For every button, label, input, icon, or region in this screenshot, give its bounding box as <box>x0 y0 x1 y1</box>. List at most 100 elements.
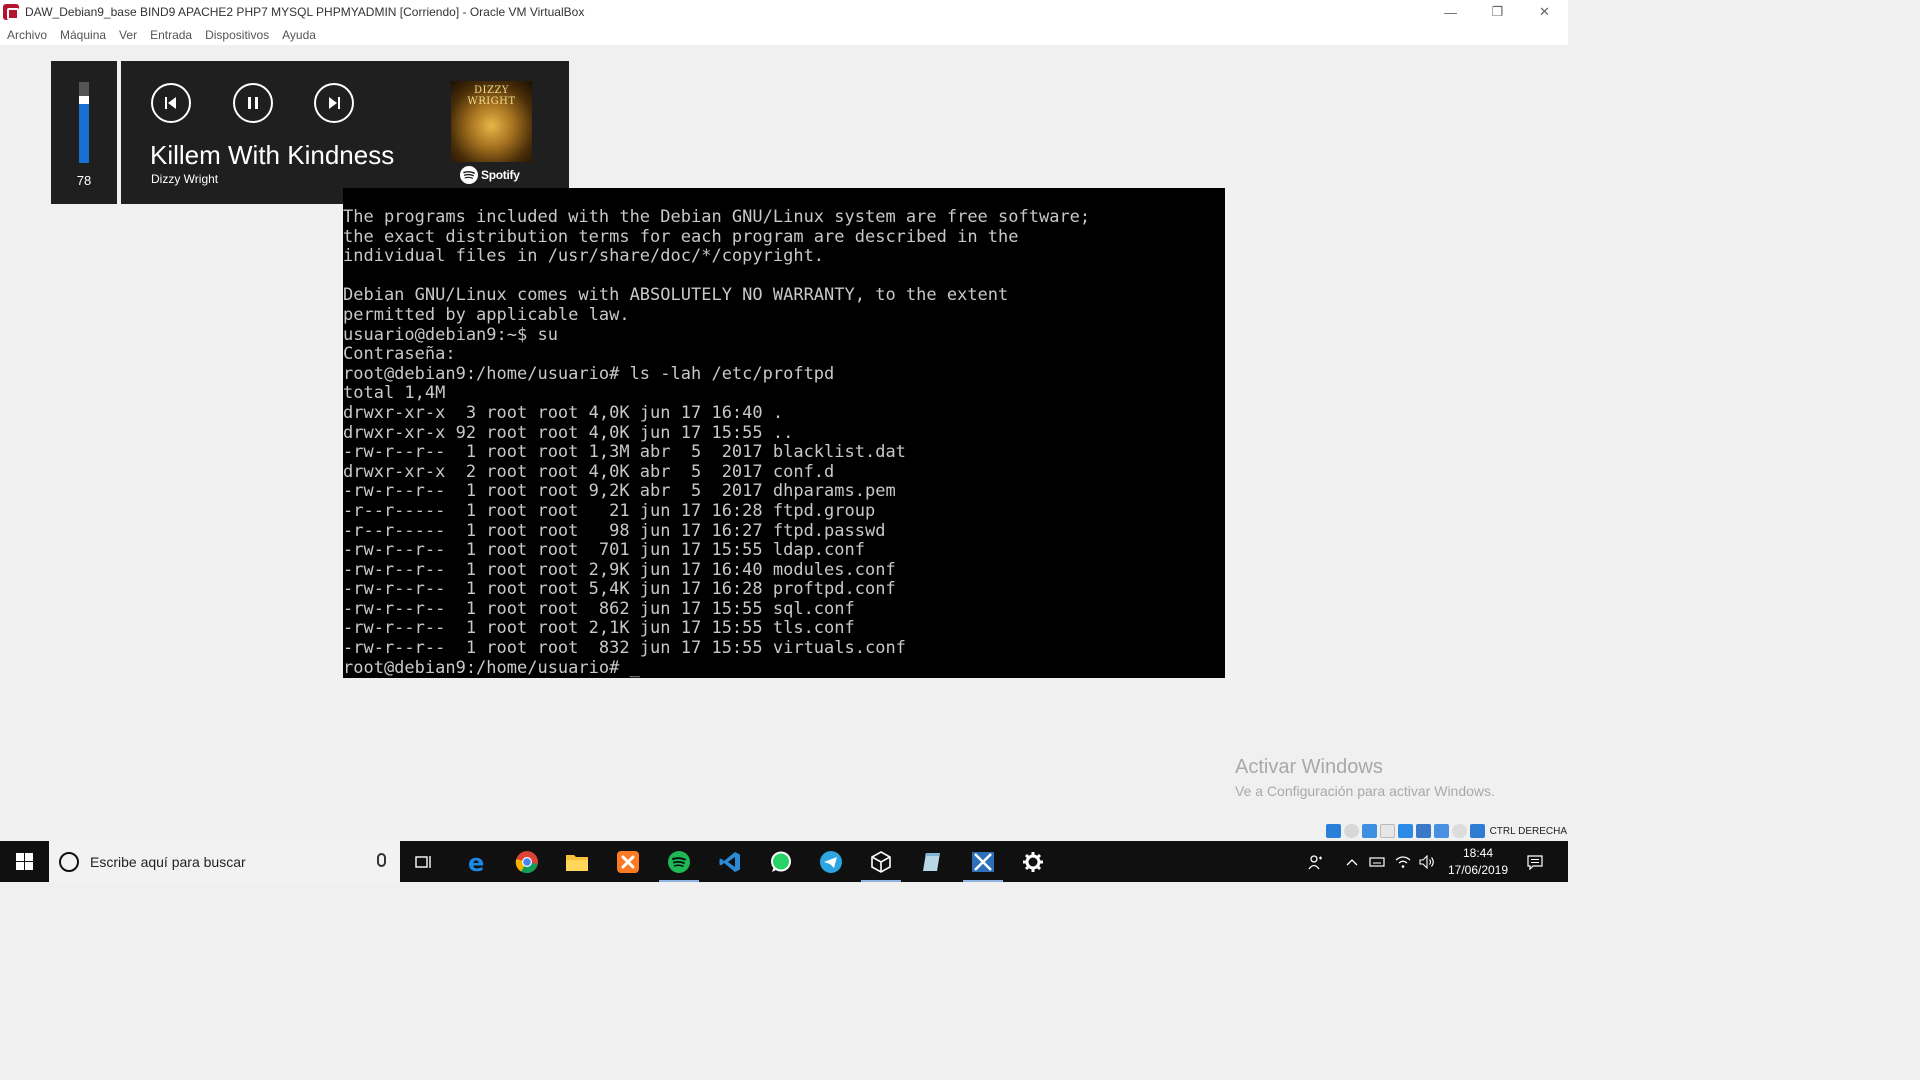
spotify-icon <box>460 166 478 184</box>
spotify-label: Spotify <box>481 168 520 182</box>
menu-archivo[interactable]: Archivo <box>7 28 47 42</box>
terminal-line: Contraseña: <box>343 344 456 365</box>
wifi-icon <box>1395 855 1411 868</box>
taskbar-settings[interactable] <box>1009 841 1057 882</box>
taskbar-notepad[interactable] <box>908 841 956 882</box>
menu-ayuda[interactable]: Ayuda <box>282 28 316 42</box>
task-view-button[interactable] <box>400 841 448 882</box>
volume-slider[interactable] <box>79 82 89 163</box>
taskbar-xming[interactable] <box>959 841 1007 882</box>
skip-previous-icon <box>165 97 176 109</box>
windows-logo-icon <box>16 853 33 870</box>
terminal-output: The programs included with the Debian GN… <box>343 207 1090 678</box>
speaker-icon <box>1419 854 1434 869</box>
task-view-icon <box>415 855 431 868</box>
window-titlebar: DAW_Debian9_base BIND9 APACHE2 PHP7 MYSQ… <box>0 0 1568 24</box>
virtualbox-icon <box>871 850 891 873</box>
skip-next-icon <box>329 97 340 109</box>
taskbar-file-explorer[interactable] <box>553 841 601 882</box>
audio-icon[interactable] <box>1343 824 1359 838</box>
input-method-button[interactable] <box>1366 841 1388 882</box>
taskbar-clock[interactable]: 18:44 17/06/2019 <box>1440 845 1516 879</box>
terminal-line: -r--r----- 1 root root 98 jun 17 16:27 f… <box>343 520 886 541</box>
terminal-line: root@debian9:/home/usuario# ls -lah /etc… <box>343 363 835 384</box>
terminal-line: -rw-r--r-- 1 root root 2,1K jun 17 15:55… <box>343 618 855 639</box>
activate-windows-watermark: Activar Windows Ve a Configuración para … <box>1235 756 1495 799</box>
network-icon[interactable] <box>1361 824 1377 838</box>
menu-ver[interactable]: Ver <box>119 28 137 42</box>
taskbar-xampp[interactable] <box>604 841 652 882</box>
windows-taskbar: Escribe aquí para buscar e 18:44 17/06/2… <box>0 841 1568 882</box>
notepad-icon <box>923 852 940 871</box>
gear-icon <box>1023 851 1043 872</box>
keyboard-capture-icon[interactable] <box>1469 824 1485 838</box>
next-track-button[interactable] <box>314 83 354 123</box>
shared-folders-icon[interactable] <box>1397 824 1413 838</box>
pause-button[interactable] <box>233 83 273 123</box>
optical-drive-icon[interactable] <box>1325 824 1341 838</box>
terminal-line: permitted by applicable law. <box>343 304 630 325</box>
track-artist: Dizzy Wright <box>151 172 219 186</box>
edge-icon: e <box>468 850 484 874</box>
menu-dispositivos[interactable]: Dispositivos <box>205 28 269 42</box>
virtualbox-app-icon <box>3 4 19 20</box>
terminal-line: root@debian9:/home/usuario# _ <box>343 657 640 678</box>
search-placeholder: Escribe aquí para buscar <box>90 853 246 870</box>
track-title: Killem With Kindness <box>150 140 395 170</box>
vscode-icon <box>719 851 740 872</box>
menu-maquina[interactable]: Máquina <box>60 28 106 42</box>
notifications-icon <box>1527 854 1543 870</box>
terminal-line: -rw-r--r-- 1 root root 862 jun 17 15:55 … <box>343 598 855 619</box>
terminal-line: usuario@debian9:~$ su <box>343 324 558 345</box>
restore-button[interactable]: ❐ <box>1474 0 1521 24</box>
show-hidden-icons-button[interactable] <box>1342 841 1362 882</box>
terminal-line: the exact distribution terms for each pr… <box>343 226 1019 247</box>
taskbar-chrome[interactable] <box>503 841 551 882</box>
display-icon[interactable] <box>1415 824 1431 838</box>
menu-bar: Archivo Máquina Ver Entrada Dispositivos… <box>0 24 1568 45</box>
spotify-app-icon <box>668 850 690 873</box>
taskbar-spotify[interactable] <box>655 841 703 882</box>
cortana-icon <box>59 851 79 872</box>
svg-text:e: e <box>468 850 484 874</box>
taskbar-virtualbox[interactable] <box>857 841 905 882</box>
terminal-line: -rw-r--r-- 1 root root 5,4K jun 17 16:28… <box>343 579 896 600</box>
xampp-icon <box>617 850 639 873</box>
xming-icon <box>972 851 994 872</box>
previous-track-button[interactable] <box>151 83 191 123</box>
usb-icon[interactable] <box>1379 824 1395 838</box>
whatsapp-icon <box>771 851 791 872</box>
taskbar-edge[interactable]: e <box>453 841 501 882</box>
terminal-line: Debian GNU/Linux comes with ABSOLUTELY N… <box>343 285 1009 306</box>
window-title: DAW_Debian9_base BIND9 APACHE2 PHP7 MYSQ… <box>25 5 585 19</box>
vm-console-terminal[interactable]: The programs included with the Debian GN… <box>343 188 1225 678</box>
album-art: DIZZY WRIGHT <box>451 81 532 162</box>
people-button[interactable] <box>1302 841 1330 882</box>
album-art-text: DIZZY WRIGHT <box>467 85 516 107</box>
close-button[interactable]: ✕ <box>1521 0 1568 24</box>
terminal-line: -r--r----- 1 root root 21 jun 17 16:28 f… <box>343 500 876 521</box>
host-key-label: CTRL DERECHA <box>1489 825 1567 837</box>
terminal-line: individual files in /usr/share/doc/*/cop… <box>343 246 825 267</box>
start-button[interactable] <box>0 841 49 882</box>
terminal-line: total 1,4M <box>343 383 446 404</box>
terminal-line: -rw-r--r-- 1 root root 9,2K abr 5 2017 d… <box>343 481 896 502</box>
volume-level-label: 78 <box>76 173 92 188</box>
volume-tray-button[interactable] <box>1416 841 1438 882</box>
taskbar-vscode[interactable] <box>706 841 754 882</box>
volume-slider-thumb[interactable] <box>79 96 89 104</box>
minimize-button[interactable]: — <box>1427 0 1474 24</box>
taskbar-whatsapp[interactable] <box>757 841 805 882</box>
microphone-icon[interactable] <box>377 853 386 867</box>
taskbar-search-box[interactable]: Escribe aquí para buscar <box>49 841 400 882</box>
action-center-button[interactable] <box>1520 841 1550 882</box>
video-capture-icon[interactable] <box>1433 824 1449 838</box>
taskbar-telegram[interactable] <box>807 841 855 882</box>
vbox-status-bar: CTRL DERECHA <box>1325 822 1568 840</box>
vt-x-icon[interactable] <box>1451 824 1467 838</box>
folder-icon <box>566 854 588 871</box>
network-tray-button[interactable] <box>1392 841 1414 882</box>
pause-icon <box>248 97 258 109</box>
menu-entrada[interactable]: Entrada <box>150 28 192 42</box>
